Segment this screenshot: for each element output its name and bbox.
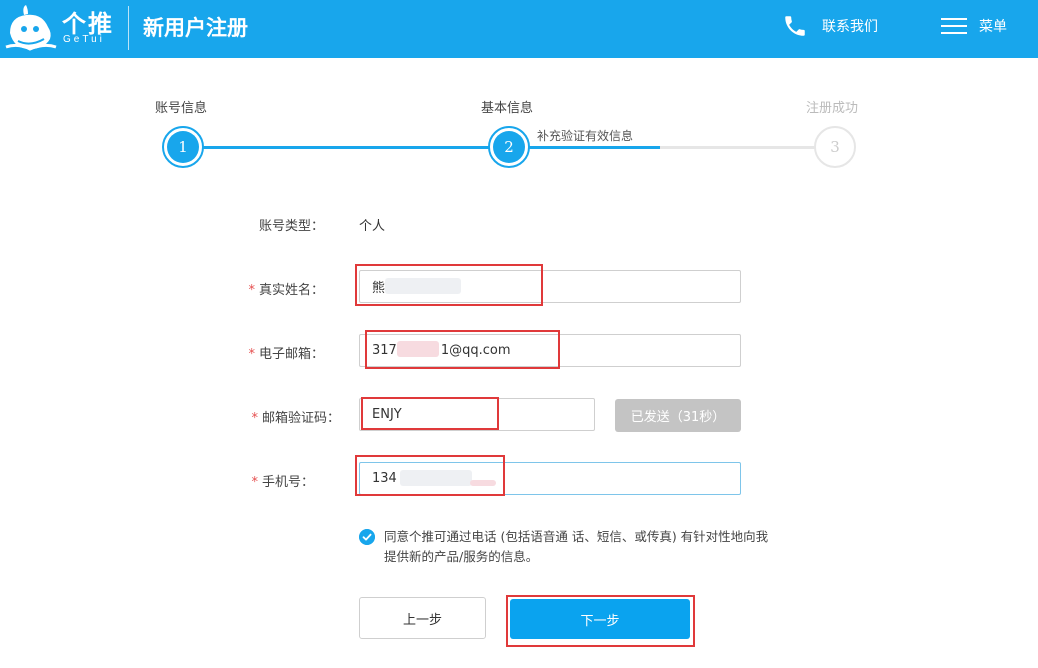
page-title: 新用户注册 — [143, 16, 248, 40]
step-2-label: 基本信息 — [481, 101, 534, 116]
progress-track-2-pending — [660, 146, 818, 149]
step-1-label: 账号信息 — [155, 101, 208, 116]
step-1-number: 1 — [167, 131, 199, 163]
contact-us-label: 联系我们 — [822, 19, 878, 35]
email-code-input[interactable]: ENJY — [359, 398, 595, 431]
redaction-blur — [400, 470, 472, 486]
menu-label: 菜单 — [979, 19, 1007, 35]
real-name-label: * 真实姓名： — [248, 283, 324, 298]
step-2-sublabel: 补充验证有效信息 — [537, 129, 634, 143]
next-step-button[interactable]: 下一步 — [510, 599, 690, 639]
real-name-value: 熊 — [372, 281, 386, 296]
step-3-number: 3 — [819, 131, 851, 163]
hamburger-menu-icon — [941, 18, 967, 34]
header-divider — [128, 6, 129, 50]
top-header: 个推 GeTui 新用户注册 联系我们 菜单 — [0, 0, 1038, 58]
send-code-button[interactable]: 已发送（31秒） — [615, 399, 741, 432]
progress-track-2-done — [528, 146, 660, 149]
agreement: 同意个推可通过电话 (包括语音通 话、短信、或传真) 有针对性地向我提供新的产品… — [359, 527, 779, 567]
phone-label: * 手机号： — [251, 475, 314, 490]
redaction-blur — [385, 278, 461, 294]
email-label: * 电子邮箱： — [248, 347, 324, 362]
redaction-blur — [397, 341, 439, 357]
account-type-label: 账号类型： — [258, 219, 324, 234]
progress-track-1 — [200, 146, 492, 149]
previous-step-button[interactable]: 上一步 — [359, 597, 486, 639]
phone-icon — [785, 16, 805, 36]
email-value-suffix: 1@qq.com — [440, 343, 511, 358]
step-3-circle: 3 — [814, 126, 856, 168]
email-value-prefix: 317 — [372, 343, 397, 358]
step-2-circle: 2 — [488, 126, 530, 168]
account-type-value: 个人 — [359, 219, 386, 234]
logo-subtext: GeTui — [63, 34, 105, 45]
required-mark: * — [251, 475, 258, 490]
email-code-value: ENJY — [372, 407, 402, 422]
redaction-blur — [470, 480, 496, 486]
agreement-text: 同意个推可通过电话 (包括语音通 话、短信、或传真) 有针对性地向我提供新的产品… — [384, 529, 769, 564]
required-mark: * — [248, 283, 255, 298]
menu-button[interactable]: 菜单 — [941, 12, 1007, 40]
required-mark: * — [248, 347, 255, 362]
agreement-checkbox-icon[interactable] — [359, 529, 375, 545]
step-1-circle: 1 — [162, 126, 204, 168]
required-mark: * — [251, 411, 258, 426]
email-code-label: * 邮箱验证码： — [251, 411, 340, 426]
getui-logo-icon[interactable] — [4, 3, 58, 53]
phone-value: 134 — [372, 471, 397, 486]
step-2-number: 2 — [493, 131, 525, 163]
step-3-label: 注册成功 — [806, 101, 859, 116]
contact-us-link[interactable]: 联系我们 — [782, 12, 878, 40]
